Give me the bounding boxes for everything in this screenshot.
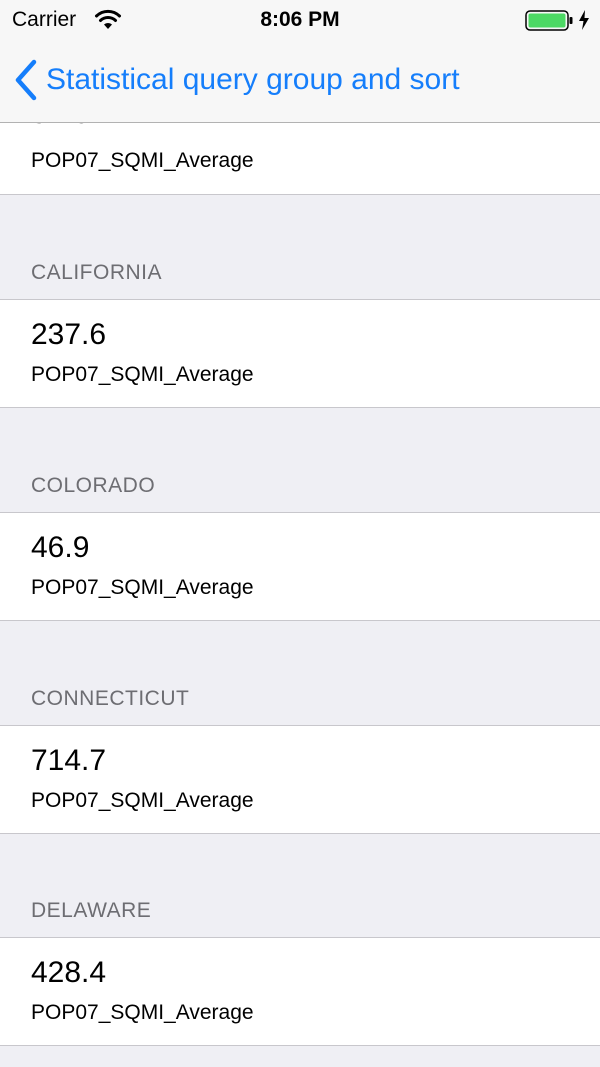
section-header: CALIFORNIA	[0, 195, 600, 300]
back-button[interactable]: Statistical query group and sort	[12, 56, 460, 104]
cell-value: 237.6	[31, 318, 107, 351]
section-header-label: COLORADO	[31, 474, 156, 497]
navigation-bar: Statistical query group and sort	[0, 40, 600, 123]
list-item[interactable]: 54.6 POP07_SQMI_Average	[0, 123, 600, 195]
chevron-left-icon	[15, 59, 37, 101]
status-bar: Carrier 8:06 PM	[0, 0, 600, 40]
section-header-label: CONNECTICUT	[31, 687, 190, 710]
cell-value: 428.4	[31, 956, 107, 989]
section-header: CONNECTICUT	[0, 621, 600, 726]
nav-title: Statistical query group and sort	[46, 63, 460, 96]
grouped-results-list[interactable]: 54.6 POP07_SQMI_Average CALIFORNIA 237.6…	[0, 123, 600, 1067]
section-header: COLORADO	[0, 408, 600, 513]
list-item[interactable]: 428.4 POP07_SQMI_Average	[0, 938, 600, 1046]
cell-value: 54.6	[31, 123, 89, 131]
cell-subtitle: POP07_SQMI_Average	[31, 363, 254, 386]
list-item[interactable]: 46.9 POP07_SQMI_Average	[0, 513, 600, 621]
cell-value: 714.7	[31, 744, 107, 777]
list-item[interactable]: 237.6 POP07_SQMI_Average	[0, 300, 600, 408]
battery-icon	[525, 10, 573, 31]
cell-subtitle: POP07_SQMI_Average	[31, 576, 254, 599]
section-header-label: CALIFORNIA	[31, 261, 163, 284]
section-header: DELAWARE	[0, 834, 600, 938]
charging-icon	[579, 10, 589, 30]
status-time: 8:06 PM	[260, 8, 340, 31]
cell-subtitle: POP07_SQMI_Average	[31, 1001, 254, 1024]
section-header-label: DELAWARE	[31, 899, 152, 922]
list-item[interactable]: 714.7 POP07_SQMI_Average	[0, 726, 600, 834]
cell-subtitle: POP07_SQMI_Average	[31, 149, 254, 172]
cell-subtitle: POP07_SQMI_Average	[31, 789, 254, 812]
cell-value: 46.9	[31, 531, 90, 564]
